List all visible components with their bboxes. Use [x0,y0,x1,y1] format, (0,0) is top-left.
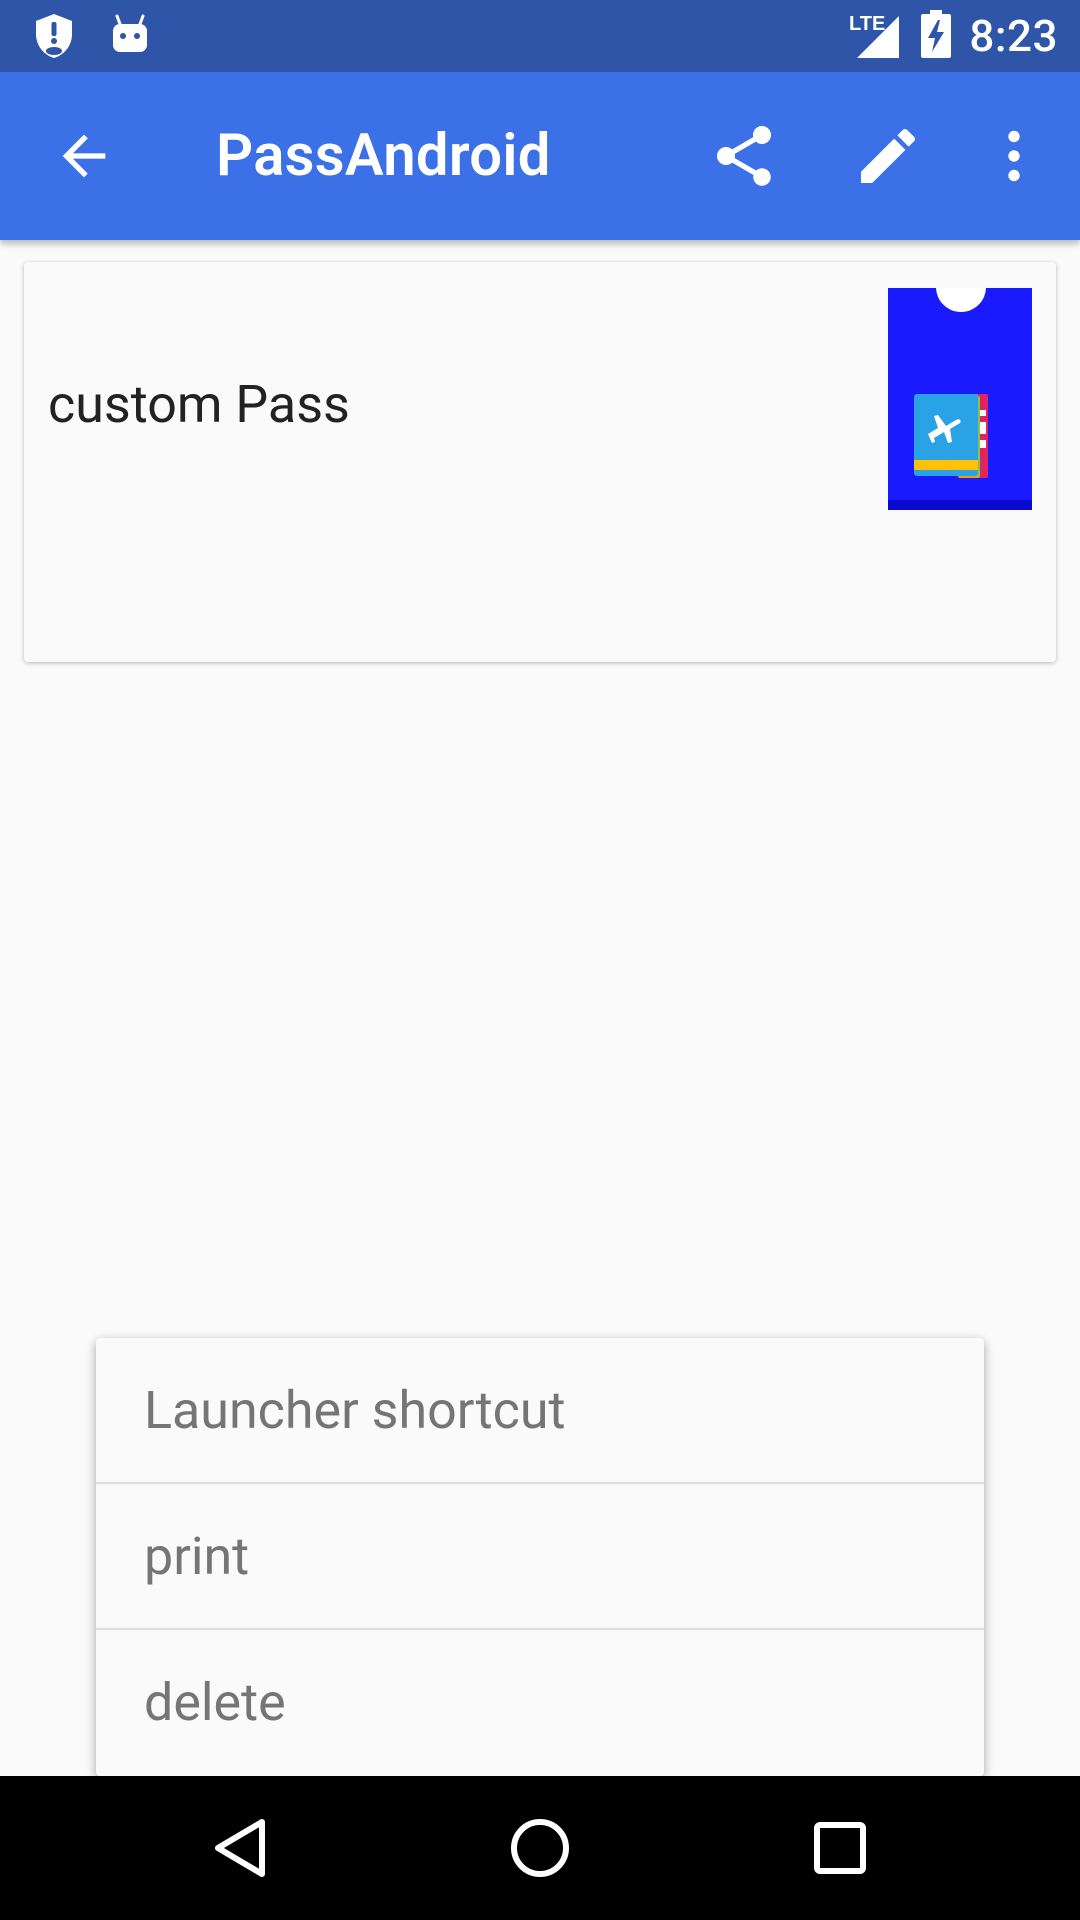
menu-item-launcher-shortcut[interactable]: Launcher shortcut [96,1338,984,1484]
boarding-pass-icon [888,288,1032,510]
share-icon[interactable] [708,120,780,192]
pass-card[interactable]: custom Pass [24,262,1056,662]
menu-item-print[interactable]: print [96,1484,984,1630]
overflow-menu: Launcher shortcut print delete [96,1338,984,1776]
app-bar: PassAndroid [0,72,1080,240]
app-title: PassAndroid [216,122,551,190]
lte-signal-icon: LTE [847,8,903,64]
battery-charging-icon [921,10,952,62]
edit-icon[interactable] [852,120,924,192]
back-triangle-icon[interactable] [200,1808,280,1888]
navigation-bar [0,1776,1080,1920]
back-arrow-icon[interactable] [52,124,116,188]
recents-square-icon[interactable] [800,1808,880,1888]
menu-item-delete[interactable]: delete [96,1630,984,1776]
more-vert-icon[interactable] [978,120,1050,192]
status-time: 8:23 [969,10,1058,62]
home-circle-icon[interactable] [500,1808,580,1888]
shield-alert-icon [32,12,76,64]
status-bar: LTE 8:23 [0,0,1080,72]
svg-text:LTE: LTE [849,13,885,35]
pass-title: custom Pass [48,374,350,435]
android-debug-icon [110,12,150,64]
